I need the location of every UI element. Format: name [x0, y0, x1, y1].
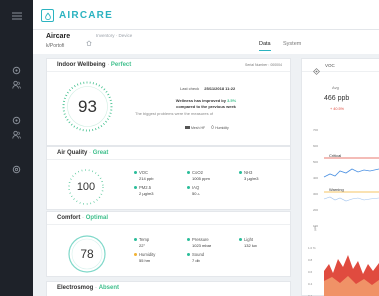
comfort-score-gauge: 78: [67, 234, 107, 274]
metric-value: 1023 mbar: [192, 243, 212, 248]
metric-pm25: PM2.5 2 µg/m3: [134, 185, 154, 196]
tag-mesh: Mesh HF: [185, 126, 206, 130]
card-title-text: Comfort: [57, 215, 81, 221]
menu-icon[interactable]: [10, 9, 23, 22]
metric-value: 7 db: [192, 258, 200, 263]
metric-light: Light 132 lux: [239, 237, 257, 248]
card-title-text: Indoor Wellbeing: [57, 62, 106, 68]
card-title: Air Quality · Great: [57, 150, 109, 156]
metric-sound: Sound 7 db: [187, 252, 205, 263]
air-quality-score: 100: [76, 181, 96, 193]
logo-icon: [41, 9, 54, 22]
improved-text-2: compared to the previous week: [176, 104, 236, 109]
metric-label: NH3: [244, 170, 253, 175]
metric-temp: Temp 22°: [134, 237, 150, 248]
metric-label: IAQ: [192, 185, 200, 190]
improved-text: Wellness has improved by: [175, 98, 228, 103]
serial-number: Serial Number : 000004: [245, 63, 282, 67]
metric-label: PM2.5: [139, 185, 152, 190]
metric-value: 1005 ppm: [192, 176, 210, 181]
air-quality-card: Air Quality · Great 100 VOC 214 ppb CoO2 1…: [46, 146, 291, 210]
card-title: Electrosmog · Absent: [57, 285, 120, 291]
users-icon[interactable]: [10, 78, 23, 91]
metric-value: 55 hm: [139, 258, 151, 263]
wellbeing-score: 93: [78, 96, 97, 116]
tab-system[interactable]: System: [283, 41, 301, 50]
last-check-label: Last check: [180, 86, 200, 91]
card-title-text: Electrosmog: [57, 285, 94, 291]
card-title: Indoor Wellbeing · Perfect: [57, 62, 132, 68]
location-pin-icon[interactable]: [10, 64, 23, 77]
voc-panel: VOC Avg 466 ppb + 40.5% 700 600 500 400 300 2…: [301, 58, 379, 296]
critical-label: Critical: [329, 153, 342, 158]
improved-percent: 3.5%: [227, 98, 237, 103]
lower-tick-label: 0.8: [308, 258, 313, 262]
metric-voc: VOC 214 ppb: [134, 170, 154, 181]
last-check-value: 25/11/2018 11:22: [204, 86, 236, 91]
settings-icon[interactable]: [10, 163, 23, 176]
breadcrumb[interactable]: Inventory · Device: [96, 33, 132, 38]
sidebar: [0, 0, 33, 296]
top-bar: AIRCARE: [33, 0, 379, 30]
metric-label: CoO2: [192, 170, 203, 175]
status-text: Optimal: [85, 215, 109, 221]
location-pin-icon[interactable]: [10, 114, 23, 127]
lower-tick-label: 1.0 %: [308, 246, 316, 250]
tag-humidity: Humidity: [211, 124, 229, 130]
metric-label: Light: [244, 237, 254, 242]
voc-series-line: [323, 168, 379, 178]
metric-value: 50 ▵: [192, 191, 200, 196]
status-text: Absent: [98, 285, 120, 291]
electrosmog-card: Electrosmog · Absent: [46, 281, 291, 296]
voc-chart: [323, 157, 379, 296]
drop-icon: [211, 124, 214, 129]
wellbeing-score-gauge: 93: [60, 79, 115, 134]
metric-label: Sound: [192, 252, 205, 257]
tag-humidity-label: Humidity: [215, 126, 229, 130]
lower-tick-label: 0.6: [308, 270, 313, 274]
voc-series-line-2: [323, 196, 379, 202]
card-title-text: Air Quality: [57, 150, 88, 156]
metric-label: Temp: [139, 237, 150, 242]
lower-tick-label: 0.4: [308, 282, 313, 286]
warning-label: Warning: [329, 187, 344, 192]
metric-value: 2 µg/m3: [139, 191, 154, 196]
metric-label: VOC: [139, 170, 149, 175]
metric-coo2: CoO2 1005 ppm: [187, 170, 210, 181]
mesh-icon: [185, 126, 190, 129]
users-icon[interactable]: [10, 128, 23, 141]
comfort-card: Comfort · Optimal 78 Temp 22° Pressure 102…: [46, 211, 291, 277]
metric-value: 214 ppb: [139, 176, 154, 181]
problems-text: The biggest problems were the measures o…: [135, 111, 214, 116]
metric-label: Pressure: [192, 237, 209, 242]
indoor-wellbeing-card: Indoor Wellbeing · Perfect Serial Number…: [46, 58, 291, 146]
metric-humidity: Humidity 55 hm: [134, 252, 156, 263]
card-title: Comfort · Optimal: [57, 215, 109, 221]
home-icon[interactable]: [86, 33, 92, 51]
tag-mesh-label: Mesh HF: [190, 126, 206, 130]
metric-label: Humidity: [139, 252, 156, 257]
metric-value: 22°: [139, 243, 146, 248]
metric-iaq: IAQ 50 ▵: [187, 185, 200, 196]
metric-pressure: Pressure 1023 mbar: [187, 237, 212, 248]
location-selector[interactable]: k/Portofi: [46, 43, 64, 49]
metric-value: 3 µg/m3: [244, 176, 259, 181]
tab-data[interactable]: Data: [259, 41, 271, 51]
metric-value: 132 lux: [244, 243, 257, 248]
page-header: Aircare Inventory · Device k/Portofi Dat…: [33, 30, 379, 54]
page-title: Aircare: [46, 33, 71, 40]
status-text: Great: [92, 150, 109, 156]
status-text: Perfect: [110, 62, 132, 68]
app-logo-text: AIRCARE: [59, 10, 113, 21]
metric-nh3: NH3 3 µg/m3: [239, 170, 259, 181]
air-quality-score-gauge: 100: [67, 168, 105, 206]
comfort-score: 78: [80, 247, 94, 261]
